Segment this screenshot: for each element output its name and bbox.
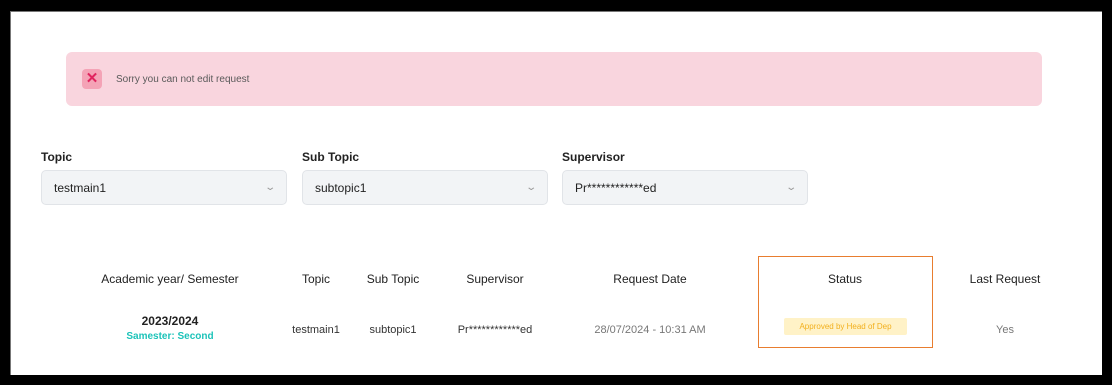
topic-cell: testmain1: [292, 324, 340, 336]
header-topic: Topic: [301, 272, 330, 286]
semester-cell: Samester: Second: [126, 331, 214, 342]
topic-select[interactable]: testmain1 ⌄: [41, 170, 287, 205]
supervisor-cell: Pr************ed: [457, 324, 533, 336]
header-supervisor: Supervisor: [466, 272, 524, 286]
request-date-cell: 28/07/2024 - 10:31 AM: [594, 324, 706, 336]
error-alert: ✕ Sorry you can not edit request: [66, 52, 1042, 106]
topic-select-value: testmain1: [54, 180, 107, 195]
supervisor-label: Supervisor: [562, 150, 625, 164]
header-last-request: Last Request: [969, 272, 1041, 286]
last-request-cell: Yes: [996, 324, 1014, 336]
header-request-date: Request Date: [613, 272, 687, 286]
supervisor-select[interactable]: Pr************ed ⌄: [562, 170, 808, 205]
academic-year-cell: 2023/2024: [141, 314, 199, 328]
sub-topic-select[interactable]: subtopic1 ⌄: [302, 170, 548, 205]
status-badge: Approved by Head of Dep: [784, 318, 907, 335]
chevron-down-icon: ⌄: [263, 182, 276, 193]
topic-label: Topic: [41, 150, 73, 164]
sub-topic-select-value: subtopic1: [315, 180, 367, 195]
chevron-down-icon: ⌄: [524, 182, 537, 193]
sub-topic-label: Sub Topic: [302, 150, 360, 164]
header-academic-year: Academic year/ Semester: [101, 272, 239, 286]
close-icon[interactable]: ✕: [82, 69, 102, 89]
sub-topic-cell: subtopic1: [369, 324, 417, 336]
supervisor-select-value: Pr************ed: [575, 180, 657, 195]
chevron-down-icon: ⌄: [784, 182, 797, 193]
header-sub-topic: Sub Topic: [366, 272, 420, 286]
alert-message: Sorry you can not edit request: [116, 73, 250, 85]
